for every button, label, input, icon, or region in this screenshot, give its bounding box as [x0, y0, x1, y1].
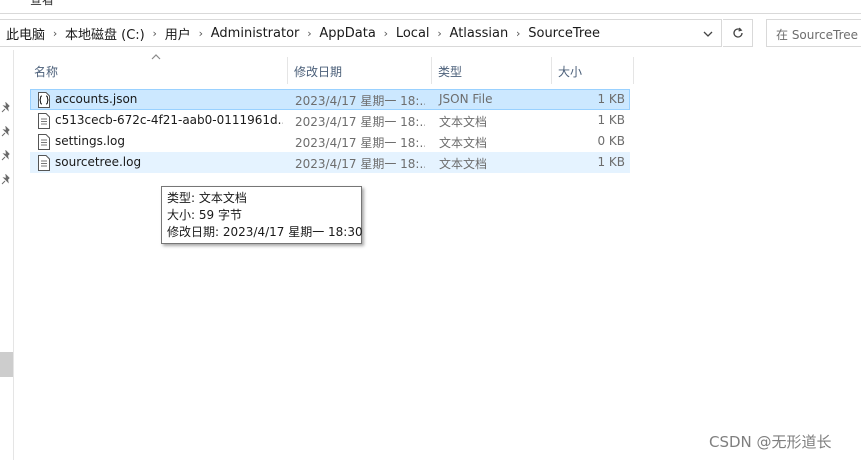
column-type[interactable]: 类型	[432, 53, 552, 86]
navigation-pane[interactable]	[0, 50, 14, 460]
file-size: 1 KB	[597, 113, 625, 127]
ribbon-left-label[interactable]: —	[0, 0, 12, 5]
file-modified: 2023/4/17 星期一 18:...	[295, 157, 425, 171]
pin-icon[interactable]	[0, 174, 12, 186]
nav-scrollbar-thumb[interactable]	[0, 352, 13, 377]
breadcrumb-separator[interactable]: ›	[191, 27, 211, 40]
refresh-icon	[732, 27, 743, 38]
tooltip-modified: 修改日期: 2023/4/17 星期一 18:30	[167, 225, 363, 239]
json-file-icon	[38, 92, 50, 108]
column-modified[interactable]: 修改日期	[288, 53, 432, 86]
file-type: 文本文档	[439, 157, 488, 171]
breadcrumb-local[interactable]: Local	[396, 26, 430, 41]
breadcrumb: 此电脑 › 本地磁盘 (C:) › 用户 › Administrator › A…	[6, 20, 600, 46]
breadcrumb-appdata[interactable]: AppData	[319, 26, 375, 41]
file-modified: 2023/4/17 星期一 18:...	[295, 115, 425, 129]
address-row: 此电脑 › 本地磁盘 (C:) › 用户 › Administrator › A…	[0, 13, 861, 49]
tooltip-size: 大小: 59 字节	[167, 208, 242, 222]
watermark: CSDN @无形道长	[709, 433, 832, 451]
ribbon-tab-view[interactable]: 查看	[30, 0, 54, 8]
breadcrumb-separator[interactable]: ›	[299, 27, 319, 40]
file-name: c513cecb-672c-4f21-aab0-0111961d...	[55, 113, 283, 127]
breadcrumb-separator[interactable]: ›	[376, 27, 396, 40]
column-modified-label: 修改日期	[294, 65, 343, 79]
file-modified: 2023/4/17 星期一 18:...	[295, 136, 425, 150]
search-input[interactable]: 在 SourceTree	[766, 19, 861, 47]
file-modified: 2023/4/17 星期一 18:...	[295, 94, 425, 108]
search-placeholder: 在 SourceTree	[776, 28, 859, 42]
chevron-down-icon[interactable]	[700, 27, 716, 41]
address-bar[interactable]: 此电脑 › 本地磁盘 (C:) › 用户 › Administrator › A…	[0, 19, 722, 47]
breadcrumb-separator[interactable]: ›	[145, 27, 165, 40]
file-name: sourcetree.log	[55, 155, 142, 169]
breadcrumb-separator[interactable]: ›	[430, 27, 450, 40]
breadcrumb-separator[interactable]: ›	[45, 27, 65, 40]
file-type: 文本文档	[439, 136, 488, 150]
file-row-sourcetree-log[interactable]: sourcetree.log 2023/4/17 星期一 18:... 文本文档…	[30, 152, 630, 173]
text-file-icon	[38, 113, 50, 129]
file-name: settings.log	[55, 134, 125, 148]
breadcrumb-administrator[interactable]: Administrator	[211, 26, 300, 41]
column-divider[interactable]	[633, 57, 634, 84]
column-type-label: 类型	[438, 65, 463, 79]
file-type: 文本文档	[439, 115, 488, 129]
column-name-label: 名称	[34, 65, 59, 79]
text-file-icon	[38, 134, 50, 150]
text-file-icon	[38, 155, 50, 171]
breadcrumb-sourcetree[interactable]: SourceTree	[528, 26, 600, 41]
column-size-label: 大小	[558, 65, 583, 79]
column-header: 名称 修改日期 类型 大小	[28, 53, 634, 86]
file-info-tooltip: 类型: 文本文档 大小: 59 字节 修改日期: 2023/4/17 星期一 1…	[161, 186, 363, 244]
breadcrumb-separator[interactable]: ›	[508, 27, 528, 40]
pin-icon[interactable]	[0, 126, 12, 138]
breadcrumb-atlassian[interactable]: Atlassian	[450, 26, 509, 41]
file-list: accounts.json 2023/4/17 星期一 18:... JSON …	[30, 89, 630, 173]
column-name[interactable]: 名称	[28, 53, 288, 86]
pin-icon[interactable]	[0, 150, 12, 162]
breadcrumb-users[interactable]: 用户	[165, 24, 191, 43]
pin-icon[interactable]	[0, 102, 12, 114]
file-size: 0 KB	[597, 134, 625, 148]
file-row-c513cecb[interactable]: c513cecb-672c-4f21-aab0-0111961d... 2023…	[30, 110, 630, 131]
file-row-accounts-json[interactable]: accounts.json 2023/4/17 星期一 18:... JSON …	[30, 89, 630, 110]
tooltip-type: 类型: 文本文档	[167, 191, 247, 205]
ribbon-strip: — 查看	[0, 0, 861, 10]
column-size[interactable]: 大小	[552, 53, 634, 86]
file-size: 1 KB	[597, 155, 625, 169]
refresh-button[interactable]	[723, 19, 753, 47]
breadcrumb-this-pc[interactable]: 此电脑	[6, 24, 45, 43]
sort-ascending-icon	[151, 54, 161, 60]
file-size: 1 KB	[597, 92, 625, 106]
file-type: JSON File	[439, 92, 493, 106]
file-name: accounts.json	[55, 92, 138, 106]
breadcrumb-local-disk[interactable]: 本地磁盘 (C:)	[65, 24, 145, 43]
file-row-settings-log[interactable]: settings.log 2023/4/17 星期一 18:... 文本文档 0…	[30, 131, 630, 152]
